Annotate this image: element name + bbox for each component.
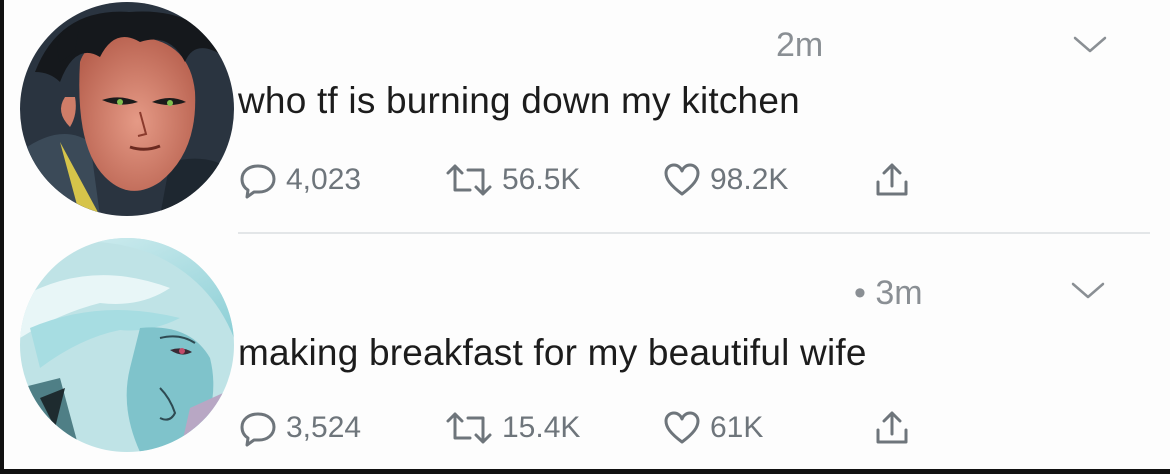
caret-down-icon[interactable] [1072, 34, 1108, 56]
tweet-feed: 2m who tf is burning down my kitchen 4,0… [0, 0, 1170, 474]
share-icon [872, 408, 912, 448]
reply-button[interactable]: 3,524 [238, 406, 361, 450]
reply-count: 4,023 [286, 163, 362, 196]
tweet-actions: 3,524 15.4K 61K [238, 406, 958, 450]
retweet-icon [444, 408, 494, 448]
tweet-text: making breakfast for my beautiful wife [238, 332, 867, 373]
like-count: 61K [710, 411, 764, 444]
reply-icon [238, 160, 278, 200]
tweet-1[interactable]: 2m who tf is burning down my kitchen 4,0… [4, 0, 1170, 234]
tweet-2[interactable]: • 3m making breakfast for my beautiful w… [4, 234, 1170, 470]
caret-down-icon[interactable] [1070, 280, 1106, 302]
tweet-timestamp: 2m [776, 26, 824, 64]
retweet-count: 56.5K [502, 163, 581, 196]
like-icon [662, 408, 702, 448]
share-button[interactable] [872, 158, 912, 202]
tweet-actions: 4,023 56.5K 98.2K [238, 158, 958, 202]
like-count: 98.2K [710, 163, 789, 196]
retweet-icon [444, 160, 494, 200]
share-button[interactable] [872, 406, 912, 450]
like-icon [662, 160, 702, 200]
share-icon [872, 160, 912, 200]
retweet-count: 15.4K [502, 411, 581, 444]
like-button[interactable]: 61K [662, 406, 763, 450]
avatar[interactable] [20, 2, 234, 216]
tweet-text: who tf is burning down my kitchen [238, 80, 800, 121]
retweet-button[interactable]: 56.5K [444, 158, 580, 202]
reply-count: 3,524 [286, 411, 362, 444]
like-button[interactable]: 98.2K [662, 158, 788, 202]
tweet-timestamp: • 3m [854, 274, 923, 312]
reply-button[interactable]: 4,023 [238, 158, 361, 202]
avatar[interactable] [20, 238, 234, 452]
retweet-button[interactable]: 15.4K [444, 406, 580, 450]
reply-icon [238, 408, 278, 448]
